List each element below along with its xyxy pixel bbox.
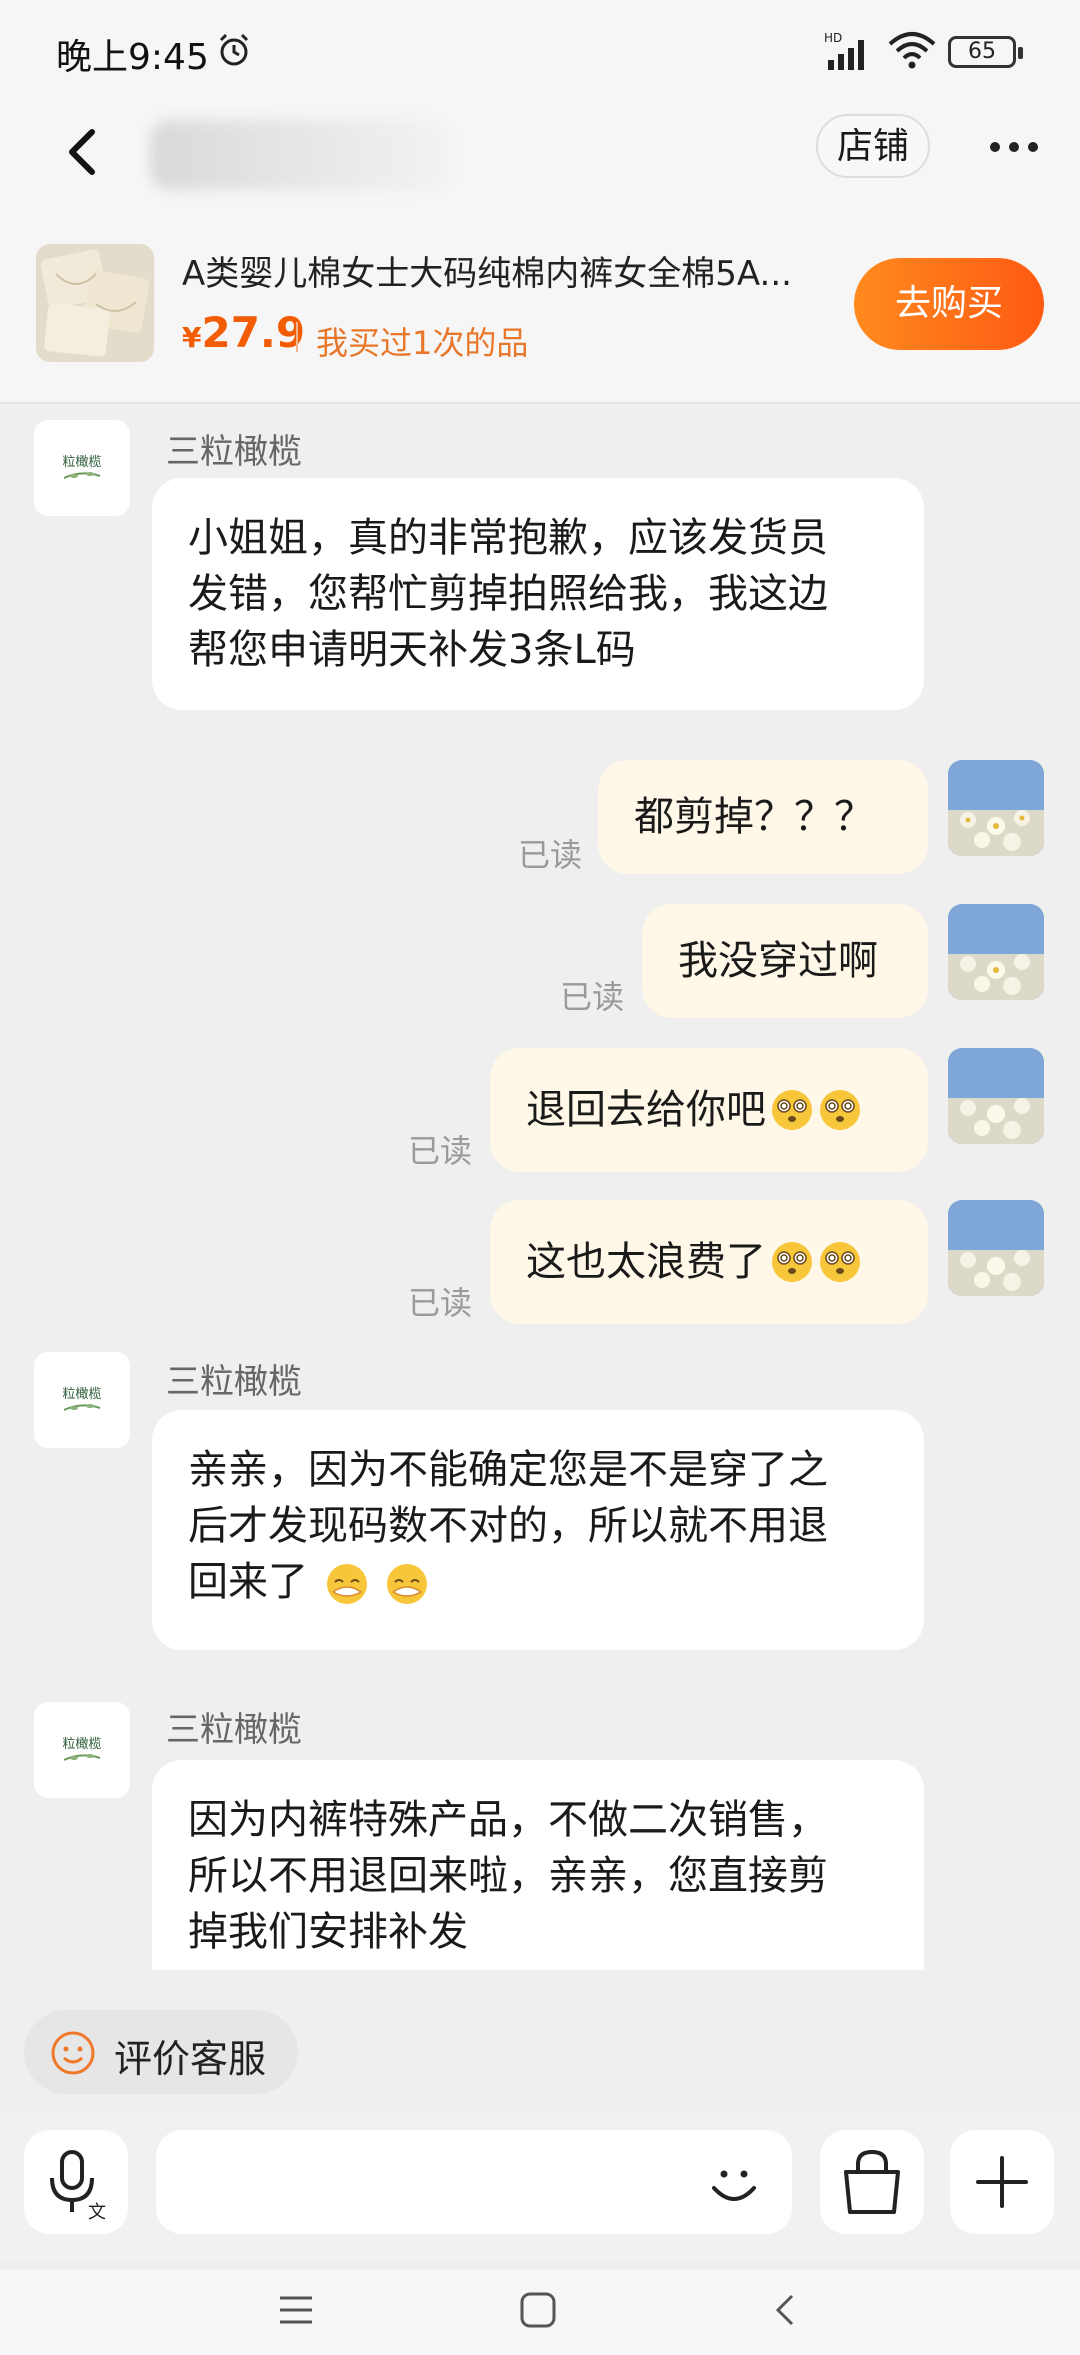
alarm-icon (219, 33, 249, 66)
svg-text:粒橄榄: 粒橄榄 (62, 1736, 101, 1752)
shopping-bag-button[interactable] (820, 2130, 924, 2234)
smirk-face-icon (326, 1564, 367, 1604)
product-title[interactable]: A类婴儿棉女士大码纯棉内裤女全棉5A... (182, 246, 862, 295)
user-avatar[interactable] (948, 1048, 1044, 1144)
user-avatar[interactable] (948, 904, 1044, 1000)
sender-name: 三粒橄榄 (166, 1710, 302, 1750)
read-receipt: 已读 (560, 978, 625, 1016)
dizzy-face-icon (772, 1090, 812, 1130)
message-bubble-user: 这也太浪费了 (490, 1200, 928, 1324)
shop-avatar[interactable]: 粒橄榄 (34, 1352, 130, 1448)
menu-icon[interactable] (276, 2290, 316, 2330)
product-card[interactable]: A类婴儿棉女士大码纯棉内裤女全棉5A... ¥27.9 我买过1次的品 去购买 (0, 232, 1080, 404)
message-bubble-shop: 亲亲，因为不能确定您是不是穿了之 后才发现码数不对的，所以就不用退 回来了 (152, 1410, 924, 1650)
message-bubble-shop: 因为内裤特殊产品，不做二次销售， 所以不用退回来啦，亲亲，您直接剪 掉我们安排补发 (152, 1760, 924, 1970)
status-time: 晚上9:45 (56, 37, 209, 78)
rate-service-button[interactable]: 评价客服 (24, 2010, 298, 2094)
shopping-bag-icon (844, 2149, 900, 2214)
svg-text:HD: HD (824, 31, 842, 45)
dizzy-face-icon (820, 1242, 860, 1282)
svg-text:粒橄榄: 粒橄榄 (62, 1386, 101, 1402)
message-bubble-shop: 小姐姐，真的非常抱歉，应该发货员 发错，您帮忙剪掉拍照给我，我这边 帮您申请明天补发… (152, 478, 924, 710)
shop-name-blurred (150, 120, 450, 190)
product-price: ¥27.9 (182, 308, 306, 357)
sender-name: 三粒橄榄 (166, 1362, 302, 1402)
voice-input-button[interactable]: 文 (24, 2130, 128, 2234)
read-receipt: 已读 (408, 1132, 473, 1170)
more-actions-button[interactable] (950, 2130, 1054, 2234)
more-icon[interactable] (988, 140, 1040, 154)
store-button[interactable]: 店铺 (816, 114, 930, 178)
smile-icon (51, 2031, 95, 2075)
emoji-button-icon[interactable] (700, 2150, 768, 2218)
read-receipt: 已读 (518, 836, 583, 874)
message-bubble-user: 都剪掉？？？ (598, 760, 928, 874)
buy-button[interactable]: 去购买 (854, 258, 1044, 350)
nav-back-icon[interactable] (766, 2290, 806, 2330)
chat-header: 店铺 (0, 100, 1080, 232)
user-avatar[interactable] (948, 760, 1044, 856)
user-avatar[interactable] (948, 1200, 1044, 1296)
shop-avatar[interactable]: 粒橄榄 (34, 420, 130, 516)
svg-text:粒橄榄: 粒橄榄 (62, 454, 101, 470)
back-icon[interactable] (56, 116, 112, 188)
message-bubble-user: 退回去给你吧 (490, 1048, 928, 1172)
home-icon[interactable] (518, 2290, 558, 2330)
read-receipt: 已读 (408, 1284, 473, 1322)
svg-text:文: 文 (88, 2202, 106, 2223)
system-nav-bar (0, 2270, 1080, 2355)
dizzy-face-icon (820, 1090, 860, 1130)
battery-indicator: 65 (948, 36, 1023, 68)
message-bubble-user: 我没穿过啊 (642, 904, 928, 1018)
rate-service-label: 评价客服 (114, 2037, 267, 2081)
smirk-face-icon (387, 1564, 428, 1604)
shop-avatar[interactable]: 粒橄榄 (34, 1702, 130, 1798)
message-input[interactable] (156, 2130, 792, 2234)
signal-icon: HD (824, 31, 864, 70)
plus-icon (976, 2156, 1028, 2208)
product-thumbnail[interactable] (36, 244, 154, 362)
price-divider (296, 322, 298, 352)
purchased-badge: 我买过1次的品 (316, 324, 529, 362)
sender-name: 三粒橄榄 (166, 432, 302, 472)
microphone-icon: 文 (50, 2150, 106, 2223)
dizzy-face-icon (772, 1242, 812, 1282)
status-bar: 晚上9:45 HD 65 (0, 0, 1080, 100)
composer-bar: 文 (0, 2110, 1080, 2260)
wifi-icon (888, 32, 936, 69)
